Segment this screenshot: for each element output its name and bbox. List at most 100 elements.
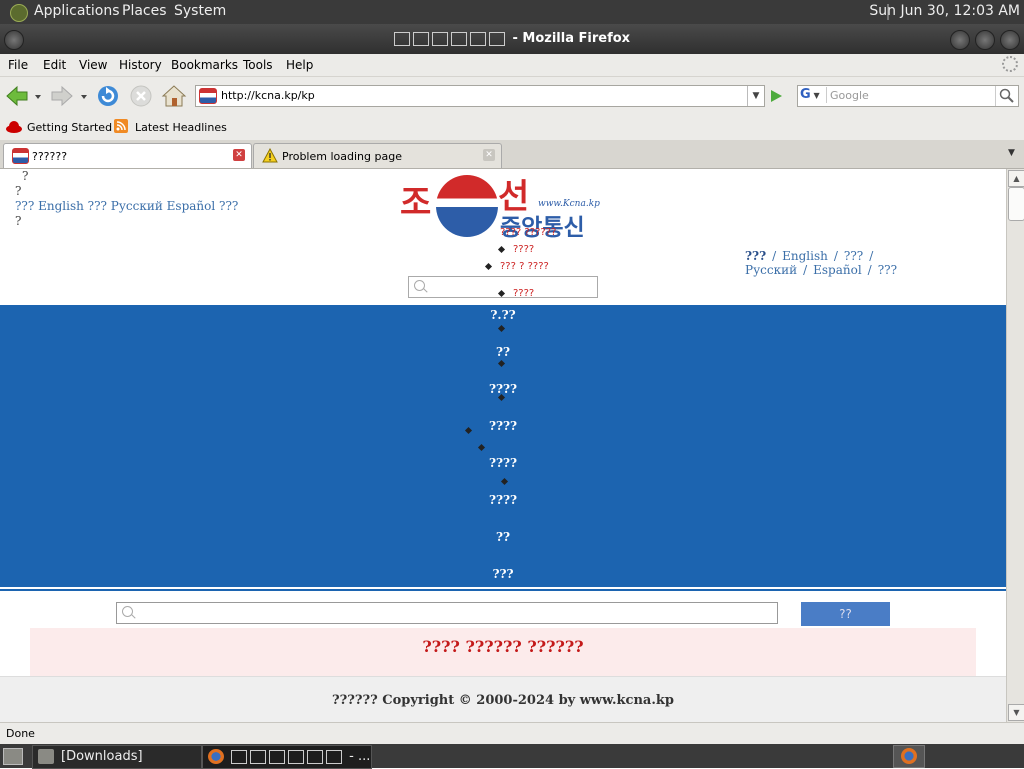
scroll-down-icon[interactable]: ▼	[1008, 704, 1024, 721]
broken-glyph: ?	[15, 214, 22, 228]
bookmark-latest-headlines[interactable]: Latest Headlines	[135, 121, 227, 134]
dropdown-item[interactable]: ??? ? ????	[500, 261, 549, 272]
forward-history-dropdown[interactable]	[79, 83, 89, 109]
applications-menu[interactable]: Applications	[34, 3, 120, 19]
menu-file[interactable]: File	[8, 58, 28, 72]
magnifier-icon	[999, 88, 1014, 103]
clock[interactable]: Sun Jun 30, 12:03 AM	[869, 3, 1020, 19]
task-label-suffix: - ...	[345, 749, 371, 764]
chevron-down-icon	[35, 95, 41, 99]
menubar: File Edit View History Bookmarks Tools H…	[0, 54, 1024, 76]
menu-help[interactable]: Help	[286, 58, 313, 72]
page-content: ? ? ??? English ??? Русский Español ??? …	[0, 169, 1006, 722]
nav-item-2[interactable]: ??	[0, 345, 1006, 359]
nav-item-3[interactable]: ????	[0, 382, 1006, 396]
lang-spanish[interactable]: Español	[813, 263, 862, 277]
task-firefox[interactable]: - ...	[202, 745, 372, 769]
bullet-icon	[497, 359, 506, 368]
url-history-dropdown[interactable]: ▼	[747, 86, 764, 106]
tab-strip: ?????? ✕ Problem loading page ✕ ▼	[0, 140, 1024, 169]
nav-item-1[interactable]: ?.??	[0, 308, 1006, 322]
nav-item-6[interactable]: ????	[0, 493, 1006, 507]
bottom-taskbar: [Downloads] - ...	[0, 744, 1024, 769]
throbber-icon	[1002, 56, 1018, 72]
menu-edit[interactable]: Edit	[43, 58, 66, 72]
main-search-input[interactable]	[116, 602, 778, 624]
url-bar[interactable]: http://kcna.kp/kp ▼	[195, 85, 765, 107]
go-arrow-icon	[771, 90, 782, 102]
band-divider	[0, 585, 1006, 591]
nav-item-8[interactable]: ???	[0, 567, 1006, 581]
back-button[interactable]	[4, 83, 30, 109]
url-text[interactable]: http://kcna.kp/kp	[221, 89, 315, 102]
bullet-icon	[484, 262, 493, 271]
nav-item-7[interactable]: ??	[0, 530, 1006, 544]
list-all-tabs-icon[interactable]: ▼	[1008, 148, 1015, 158]
rss-feed-icon	[114, 119, 128, 133]
back-history-dropdown[interactable]	[33, 83, 43, 109]
tab-problem-loading[interactable]: Problem loading page ✕	[253, 143, 502, 168]
firefox-icon	[901, 748, 917, 764]
tab-close-icon[interactable]: ✕	[233, 149, 245, 161]
copyright-text: ?????? Copyright © 2000-2024 by www.kcna…	[332, 693, 674, 708]
main-nav-band: ?.?? ?? ???? ???? ???? ???? ?? ???	[0, 305, 1006, 585]
nav-item-4[interactable]: ????	[0, 419, 1006, 433]
lang-korean[interactable]: ???	[745, 249, 766, 263]
google-g-icon: G	[800, 87, 811, 102]
menu-tools[interactable]: Tools	[243, 58, 273, 72]
system-menu[interactable]: System	[174, 3, 226, 19]
folder-icon	[38, 749, 54, 764]
tab-close-icon[interactable]: ✕	[483, 149, 495, 161]
tab-label: Problem loading page	[282, 150, 402, 163]
home-icon	[161, 85, 187, 107]
scroll-up-icon[interactable]: ▲	[1008, 170, 1024, 187]
gnome-foot-icon[interactable]	[10, 4, 28, 22]
lang-russian[interactable]: Русский	[745, 263, 797, 277]
language-links-left: ? ? ??? English ??? Русский Español ??? …	[15, 169, 238, 229]
forward-button[interactable]	[49, 83, 75, 109]
bullet-icon	[497, 245, 506, 254]
places-menu[interactable]: Places	[122, 3, 167, 19]
bookmark-getting-started[interactable]: Getting Started	[27, 121, 112, 134]
menu-history[interactable]: History	[119, 58, 162, 72]
reload-button[interactable]	[95, 83, 121, 109]
search-placeholder[interactable]: Google	[830, 89, 869, 102]
nav-item-5[interactable]: ????	[0, 456, 1006, 470]
search-bar[interactable]: G ▼ Google	[797, 85, 1019, 107]
go-button[interactable]	[767, 87, 785, 105]
main-search-button[interactable]: ??	[801, 602, 890, 626]
menu-view[interactable]: View	[79, 58, 107, 72]
home-button[interactable]	[161, 83, 187, 109]
scrollbar-thumb[interactable]	[1008, 187, 1024, 221]
window-title: - Mozilla Firefox	[0, 31, 1024, 46]
close-icon[interactable]	[1000, 30, 1020, 50]
workspace-switcher[interactable]	[893, 745, 925, 768]
headline-box: ???? ?????? ??????	[30, 628, 976, 678]
dropdown-item[interactable]: ???? ??????	[500, 227, 556, 238]
dropdown-item[interactable]: ????	[513, 244, 534, 255]
chevron-down-icon	[81, 95, 87, 99]
vertical-scrollbar[interactable]: ▲ ▼	[1006, 169, 1024, 722]
task-label: - ...	[231, 749, 370, 764]
stop-button[interactable]	[128, 83, 154, 109]
menu-bookmarks[interactable]: Bookmarks	[171, 58, 238, 72]
lang-chinese[interactable]: ???	[844, 249, 863, 263]
tab-label: ??????	[32, 150, 68, 163]
navigation-toolbar: http://kcna.kp/kp ▼ G ▼ Google	[0, 76, 1024, 115]
headline[interactable]: ???? ?????? ??????	[30, 637, 976, 656]
tab-kcna[interactable]: ?????? ✕	[3, 143, 252, 168]
reload-icon	[98, 86, 118, 106]
search-engine-selector[interactable]: G ▼	[800, 87, 827, 103]
window-titlebar[interactable]: - Mozilla Firefox	[0, 24, 1024, 54]
lang-japanese[interactable]: ???	[878, 263, 897, 277]
maximize-icon[interactable]	[975, 30, 995, 50]
dropdown-item[interactable]: ????	[513, 288, 534, 299]
language-links-line[interactable]: ??? English ??? Русский Español ???	[15, 199, 238, 214]
status-text: Done	[6, 727, 35, 740]
task-downloads[interactable]: [Downloads]	[32, 745, 202, 769]
search-button[interactable]	[995, 86, 1018, 106]
show-desktop-icon[interactable]	[3, 748, 23, 765]
window-title-text: - Mozilla Firefox	[507, 31, 631, 46]
lang-english[interactable]: English	[782, 249, 828, 263]
minimize-icon[interactable]	[950, 30, 970, 50]
